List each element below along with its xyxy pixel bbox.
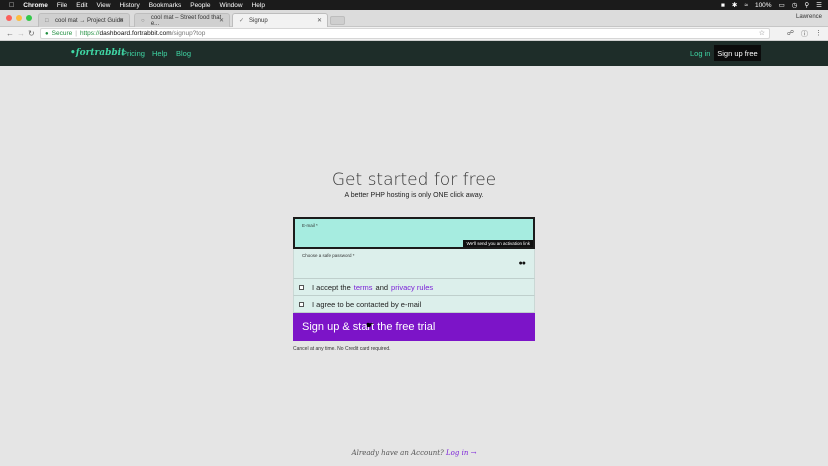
contact-checkbox[interactable] bbox=[299, 301, 304, 307]
show-password-eyes-icon[interactable]: ●● bbox=[519, 260, 527, 267]
status-area: ■ ✱ ≈ 100% ▭ ◷ ⚲ ☰ bbox=[721, 0, 822, 10]
email-field[interactable]: E-mail * We'll send you an activation li… bbox=[293, 217, 535, 249]
email-hint: We'll send you an activation link bbox=[463, 240, 533, 247]
tab-strip: □ cool mat → Project Guide ✕ ○ cool mat … bbox=[0, 10, 828, 27]
nav-blog[interactable]: Blog bbox=[176, 49, 191, 58]
page-subtitle: A better PHP hosting is only ONE click a… bbox=[344, 192, 484, 199]
apple-icon[interactable]:  bbox=[9, 2, 14, 9]
separator: | bbox=[75, 30, 77, 37]
fortrabbit-logo[interactable]: •fortrabbit bbox=[70, 48, 125, 58]
contact-row: I agree to be contacted by e-mail bbox=[293, 296, 535, 313]
menu-chrome[interactable]: Chrome bbox=[23, 2, 48, 9]
window-controls bbox=[6, 15, 32, 21]
forward-icon[interactable]: → bbox=[17, 29, 25, 38]
cancel-note: Cancel at any time. No Credit card requi… bbox=[293, 346, 391, 352]
nav-help[interactable]: Help bbox=[152, 49, 167, 58]
terms-row: I accept the terms and privacy rules bbox=[293, 279, 535, 296]
url-scheme: https:// bbox=[79, 30, 100, 37]
password-field[interactable]: Choose a safe password * ●● bbox=[293, 249, 535, 279]
bluetooth-icon[interactable]: ✱ bbox=[732, 1, 737, 9]
close-tab-icon[interactable]: ✕ bbox=[119, 17, 124, 24]
browser-toolbar: ← → ↻ ● Secure | https:// dashboard.fort… bbox=[0, 27, 828, 41]
signup-form: E-mail * We'll send you an activation li… bbox=[293, 217, 535, 352]
battery-icon[interactable]: ▭ bbox=[779, 1, 785, 9]
search-icon[interactable]: ⚲ bbox=[804, 1, 809, 9]
header-signup-button[interactable]: Sign up free bbox=[714, 45, 761, 61]
privacy-link[interactable]: privacy rules bbox=[391, 283, 433, 292]
app-icon[interactable]: ■ bbox=[721, 2, 725, 9]
tab-project-guide[interactable]: □ cool mat → Project Guide ✕ bbox=[38, 13, 130, 27]
terms-and: and bbox=[375, 282, 389, 292]
menu-edit[interactable]: Edit bbox=[76, 2, 87, 9]
new-tab-button[interactable] bbox=[330, 16, 345, 25]
page-icon: □ bbox=[45, 17, 49, 24]
battery-percent: 100% bbox=[754, 1, 772, 9]
globe-icon: ○ bbox=[141, 17, 145, 24]
contact-text: I agree to be contacted by e-mail bbox=[312, 299, 422, 309]
profile-name[interactable]: Lawrence bbox=[796, 14, 822, 20]
menu-file[interactable]: File bbox=[57, 2, 67, 9]
back-icon[interactable]: ← bbox=[6, 29, 14, 38]
password-label: Choose a safe password * bbox=[302, 253, 355, 258]
wifi-icon[interactable]: ≈ bbox=[744, 2, 748, 9]
signup-submit-button[interactable]: Sign up & start the free trial bbox=[293, 313, 535, 341]
header-login-link[interactable]: Log in bbox=[690, 49, 710, 58]
nav-pricing[interactable]: Pricing bbox=[122, 49, 145, 58]
rabbit-icon: ✓ bbox=[239, 17, 245, 24]
site-header: •fortrabbit Pricing Help Blog Log in Sig… bbox=[0, 41, 828, 66]
close-tab-icon[interactable]: ✕ bbox=[317, 17, 322, 24]
tab-signup[interactable]: ✓ Signup ✕ bbox=[232, 13, 328, 27]
menu-people[interactable]: People bbox=[190, 2, 210, 9]
macos-menu-bar:  Chrome File Edit View History Bookmark… bbox=[0, 0, 828, 10]
reload-icon[interactable]: ↻ bbox=[28, 29, 35, 38]
tab-title: cool mat → Project Guide bbox=[55, 17, 124, 24]
footer-login-link[interactable]: Log in → bbox=[446, 449, 476, 457]
tab-title: Signup bbox=[249, 17, 268, 24]
login-prompt: Already have an Account? Log in → bbox=[0, 449, 828, 457]
extension-icon[interactable]: ☍ bbox=[787, 29, 794, 39]
clock-icon[interactable]: ◷ bbox=[792, 1, 798, 9]
menu-history[interactable]: History bbox=[119, 2, 139, 9]
menu-bookmarks[interactable]: Bookmarks bbox=[149, 2, 182, 9]
address-bar[interactable]: ● Secure | https:// dashboard.fortrabbit… bbox=[40, 28, 770, 39]
menu-window[interactable]: Window bbox=[219, 2, 242, 9]
close-window-button[interactable] bbox=[6, 15, 12, 21]
lock-icon: ● bbox=[45, 30, 49, 37]
terms-checkbox[interactable] bbox=[299, 284, 304, 290]
url-host: dashboard.fortrabbit.com bbox=[99, 30, 172, 37]
terms-link[interactable]: terms bbox=[354, 283, 373, 292]
secure-label: Secure bbox=[51, 30, 73, 37]
close-tab-icon[interactable]: ✕ bbox=[219, 17, 224, 24]
menu-help[interactable]: Help bbox=[252, 2, 265, 9]
mouse-cursor-icon: ☛ bbox=[366, 320, 375, 330]
info-icon[interactable]: ⓘ bbox=[801, 29, 808, 39]
tab-street-food[interactable]: ○ cool mat – Street food that e... ✕ bbox=[134, 13, 230, 27]
toolbar-icons: ☍ ⓘ ⋮ bbox=[787, 29, 822, 39]
bookmark-star-icon[interactable]: ☆ bbox=[759, 29, 765, 37]
url-path: /signup?top bbox=[171, 30, 206, 37]
zoom-window-button[interactable] bbox=[26, 15, 32, 21]
tab-title: cool mat – Street food that e... bbox=[150, 14, 222, 27]
chrome-menu-icon[interactable]: ⋮ bbox=[815, 29, 822, 39]
minimize-window-button[interactable] bbox=[16, 15, 22, 21]
terms-text: I accept the bbox=[312, 282, 351, 292]
page-title: Get started for free bbox=[331, 170, 497, 190]
menu-view[interactable]: View bbox=[97, 2, 111, 9]
menu-list-icon[interactable]: ☰ bbox=[816, 1, 822, 9]
login-prompt-text: Already have an Account? bbox=[351, 449, 444, 457]
email-label: E-mail * bbox=[302, 223, 318, 228]
